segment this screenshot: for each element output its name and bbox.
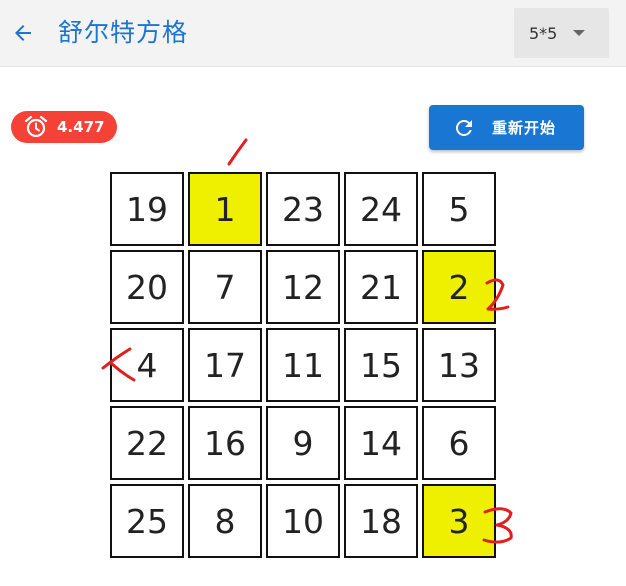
grid-cell[interactable]: 1: [188, 172, 262, 246]
grid-cell[interactable]: 20: [110, 250, 184, 324]
app-bar: 舒尔特方格 5*5: [0, 0, 626, 67]
grid-cell[interactable]: 25: [110, 484, 184, 558]
grid-cell[interactable]: 22: [110, 406, 184, 480]
grid-cell[interactable]: 18: [344, 484, 418, 558]
grid-cell[interactable]: 14: [344, 406, 418, 480]
grid-cell[interactable]: 10: [266, 484, 340, 558]
grid-cell[interactable]: 2: [422, 250, 496, 324]
back-button[interactable]: [8, 18, 38, 48]
grid-cell[interactable]: 12: [266, 250, 340, 324]
grid-cell[interactable]: 21: [344, 250, 418, 324]
grid-cell[interactable]: 23: [266, 172, 340, 246]
grid-cell[interactable]: 15: [344, 328, 418, 402]
refresh-icon: [452, 116, 476, 140]
grid-cell[interactable]: 7: [188, 250, 262, 324]
grid-cell[interactable]: 19: [110, 172, 184, 246]
grid-cell[interactable]: 24: [344, 172, 418, 246]
grid-cell[interactable]: 5: [422, 172, 496, 246]
grid-cell[interactable]: 3: [422, 484, 496, 558]
grid-cell[interactable]: 16: [188, 406, 262, 480]
grid-cell[interactable]: 17: [188, 328, 262, 402]
restart-button-label: 重新开始: [492, 119, 557, 137]
grid-cell[interactable]: 8: [188, 484, 262, 558]
timer-badge: 4.477: [11, 111, 117, 143]
caret-down-icon: [573, 30, 585, 36]
page-title: 舒尔特方格: [58, 18, 189, 47]
grid-cell[interactable]: 9: [266, 406, 340, 480]
alarm-clock-icon: [23, 114, 49, 140]
schulte-grid: 19 1 23 24 5 20 7 12 21 2 4 17 11 15 13 22 16 9 14 6 25 8 10 18…: [110, 172, 500, 562]
grid-cell[interactable]: 11: [266, 328, 340, 402]
restart-button[interactable]: 重新开始: [429, 105, 584, 150]
grid-cell[interactable]: 4: [110, 328, 184, 402]
timer-value: 4.477: [57, 118, 105, 136]
grid-cell[interactable]: 6: [422, 406, 496, 480]
arrow-left-icon: [15, 25, 31, 41]
annotation-mark-1: [227, 138, 248, 166]
grid-size-value: 5*5: [529, 23, 558, 43]
grid-size-select[interactable]: 5*5: [514, 8, 609, 58]
grid-cell[interactable]: 13: [422, 328, 496, 402]
